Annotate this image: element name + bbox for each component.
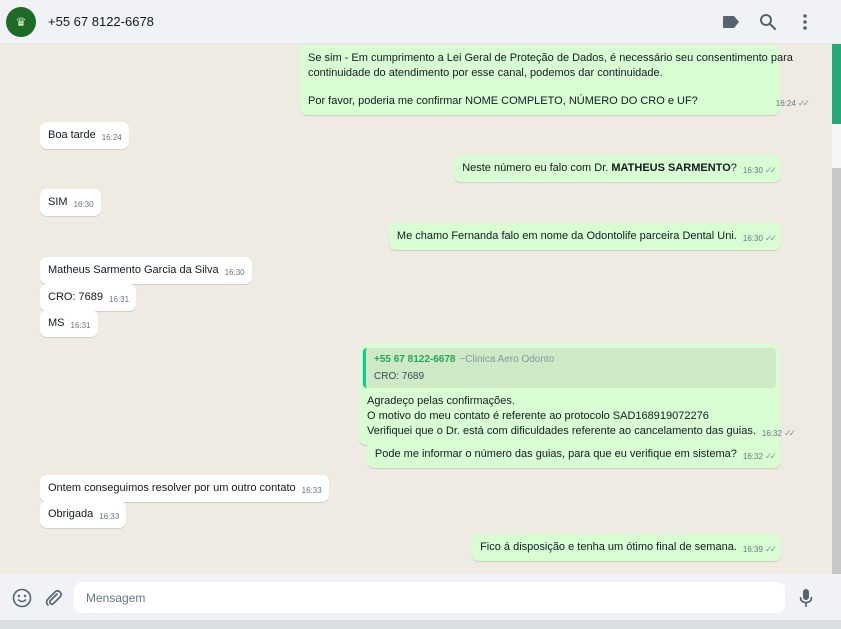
message-text: Verifiquei que o Dr. está com dificuldad… <box>367 424 796 439</box>
message-text-bold: MATHEUS SARMENTO <box>611 162 731 174</box>
avatar[interactable]: ♛ <box>6 7 36 37</box>
message-bubble-outgoing[interactable]: Pode me informar o número das guias, par… <box>366 441 781 468</box>
emoji-icon[interactable] <box>11 587 33 609</box>
message-time: 16:33 <box>99 512 120 521</box>
message-bubble-incoming[interactable]: CRO: 7689 16:31 <box>40 284 137 311</box>
message-bubble-incoming[interactable]: SIM 16:30 <box>40 189 101 216</box>
message-text: MS <box>48 317 65 329</box>
message-time: 16:30 <box>73 200 94 209</box>
message-bubble-outgoing[interactable]: Fico á disposição e tenha um ótimo final… <box>472 534 781 561</box>
message-time: 16:24 ✓✓ <box>775 98 810 108</box>
message-time: 16:32 ✓✓ <box>761 428 796 438</box>
chat-scrollbar[interactable] <box>832 44 841 574</box>
message-bubble-incoming[interactable]: Boa tarde 16:24 <box>40 122 129 149</box>
attach-icon[interactable] <box>42 587 64 609</box>
message-text: Agradeço pelas confirmações. <box>367 395 515 407</box>
quoted-message[interactable]: +55 67 8122-6678 ~Clinica Aero Odonto CRO… <box>363 348 776 388</box>
message-text: Neste número eu falo com Dr. <box>462 162 612 174</box>
double-check-icon: ✓✓ <box>764 165 777 175</box>
message-input-placeholder: Mensagem <box>86 590 146 605</box>
quoted-pushname: ~Clinica Aero Odonto <box>459 354 555 365</box>
menu-icon[interactable] <box>795 12 815 32</box>
chat-area[interactable]: Se sim - Em cumprimento a Lei Geral de P… <box>0 44 832 574</box>
quoted-author: +55 67 8122-6678 <box>374 354 456 365</box>
message-bubble-outgoing[interactable]: Me chamo Fernanda falo em nome da Odonto… <box>388 223 781 250</box>
message-text <box>308 81 773 94</box>
message-bubble-outgoing-reply[interactable]: +55 67 8122-6678 ~Clinica Aero Odonto CRO… <box>359 344 796 445</box>
scroll-accent <box>832 44 841 124</box>
message-input[interactable]: Mensagem <box>74 582 785 613</box>
message-time: 16:33 <box>301 486 322 495</box>
message-text: Boa tarde <box>48 129 96 141</box>
message-time: 16:30 ✓✓ <box>742 233 777 243</box>
double-check-icon: ✓✓ <box>764 233 777 243</box>
message-time: 16:39 ✓✓ <box>742 544 777 554</box>
message-text: continuidade do atendimento por esse can… <box>308 67 663 79</box>
message-text: Me chamo Fernanda falo em nome da Odonto… <box>396 230 737 242</box>
message-time: 16:30 <box>224 268 245 277</box>
window-bottom-edge <box>0 620 841 629</box>
double-check-icon: ✓✓ <box>764 451 777 461</box>
chat-header: ♛ +55 67 8122-6678 <box>0 0 841 44</box>
message-composer: Mensagem <box>0 574 841 620</box>
message-text: ? <box>730 162 737 174</box>
message-text: CRO: 7689 <box>48 291 104 303</box>
message-time: 16:31 <box>70 321 91 330</box>
message-time: 16:30 ✓✓ <box>742 165 777 175</box>
message-time: 16:24 <box>101 133 122 142</box>
message-bubble-incoming[interactable]: Matheus Sarmento Garcia da Silva 16:30 <box>40 257 252 284</box>
message-text: Matheus Sarmento Garcia da Silva <box>48 264 219 276</box>
message-text: Fico á disposição e tenha um ótimo final… <box>480 541 737 553</box>
label-icon[interactable] <box>721 12 741 32</box>
message-text: Pode me informar o número das guias, par… <box>374 448 737 460</box>
message-text: SIM <box>48 196 68 208</box>
tooth-logo-icon: ♛ <box>15 15 27 29</box>
message-bubble-incoming[interactable]: Ontem conseguimos resolver por um outro … <box>40 475 329 502</box>
quoted-text: CRO: 7689 <box>374 371 425 382</box>
double-check-icon: ✓✓ <box>783 428 796 438</box>
message-bubble-outgoing[interactable]: Se sim - Em cumprimento a Lei Geral de P… <box>300 45 810 115</box>
double-check-icon: ✓✓ <box>797 98 810 108</box>
message-text: Obrigada <box>48 508 94 520</box>
message-bubble-outgoing[interactable]: Neste número eu falo com Dr. MATHEUS SAR… <box>454 155 781 182</box>
search-icon[interactable] <box>758 12 778 32</box>
double-check-icon: ✓✓ <box>764 544 777 554</box>
contact-name[interactable]: +55 67 8122-6678 <box>48 14 154 29</box>
message-time: 16:32 ✓✓ <box>742 451 777 461</box>
message-bubble-incoming[interactable]: Obrigada 16:33 <box>40 501 127 528</box>
message-text: Se sim - Em cumprimento a Lei Geral de P… <box>308 52 793 64</box>
message-bubble-incoming[interactable]: MS 16:31 <box>40 310 98 337</box>
scrollbar-thumb[interactable] <box>832 168 841 574</box>
message-text: Ontem conseguimos resolver por um outro … <box>48 482 296 494</box>
message-text: Por favor, poderia me confirmar NOME COM… <box>308 94 810 109</box>
message-time: 16:31 <box>109 295 130 304</box>
message-text: O motivo do meu contato é referente ao p… <box>367 410 709 422</box>
microphone-icon[interactable] <box>795 587 817 609</box>
